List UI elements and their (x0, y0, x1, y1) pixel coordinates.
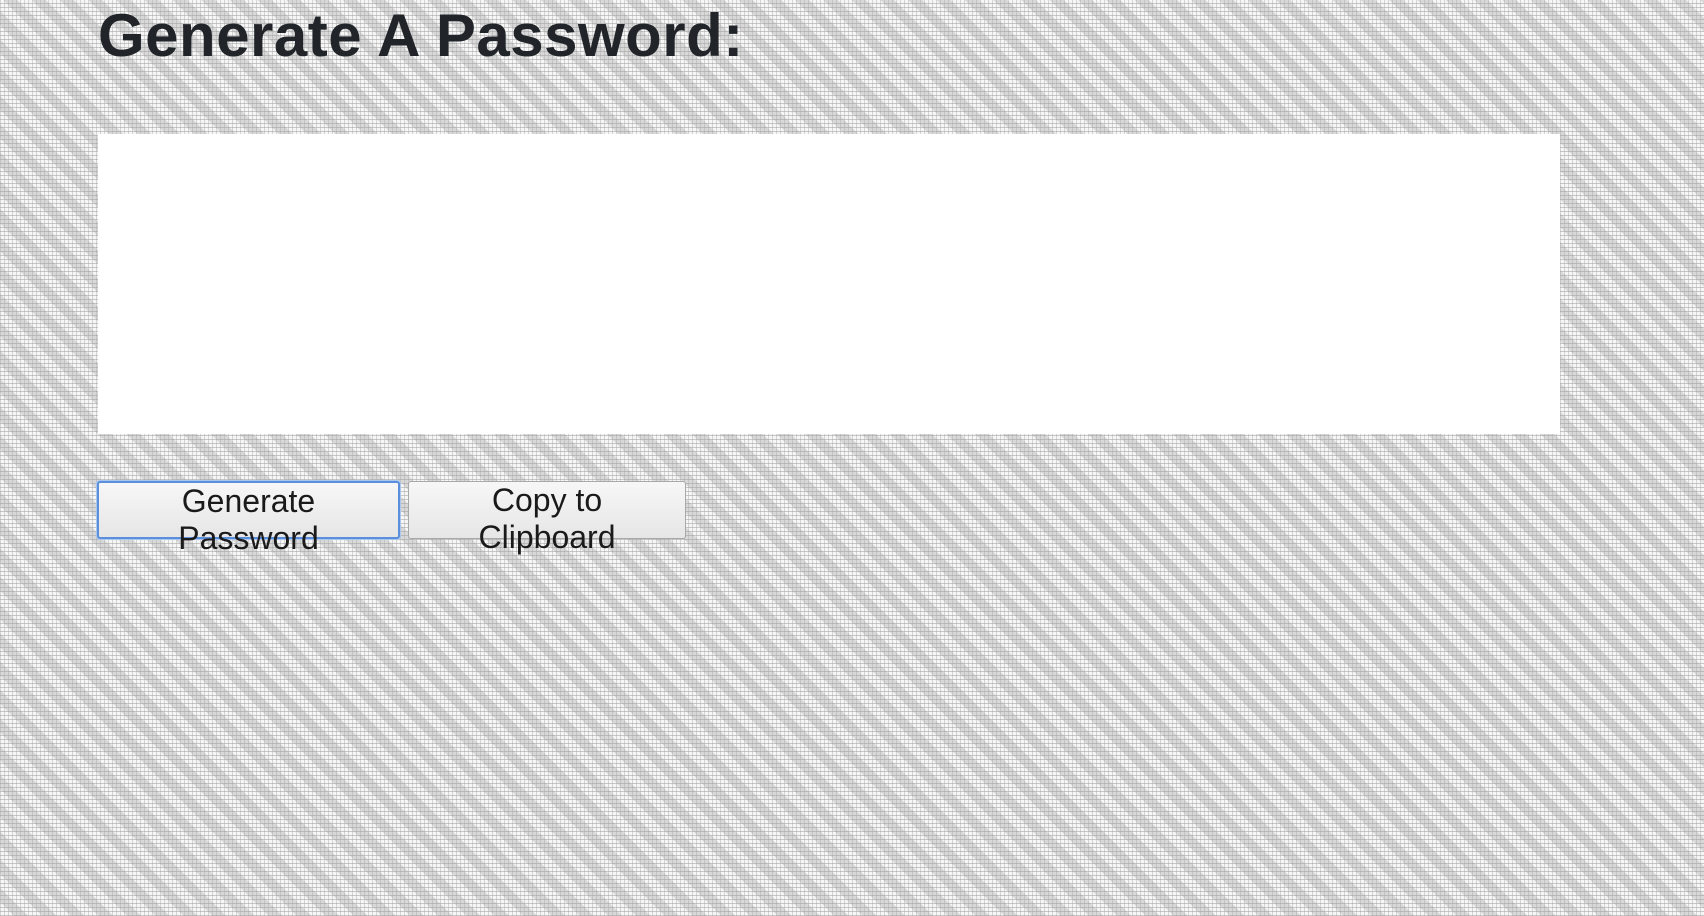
page-title: Generate A Password: (98, 2, 744, 69)
password-output[interactable] (98, 134, 1560, 434)
generate-password-button[interactable]: Generate Password (97, 481, 400, 556)
button-row: Generate Password Copy to Clipboard (97, 481, 686, 556)
copy-to-clipboard-button[interactable]: Copy to Clipboard (408, 481, 686, 555)
